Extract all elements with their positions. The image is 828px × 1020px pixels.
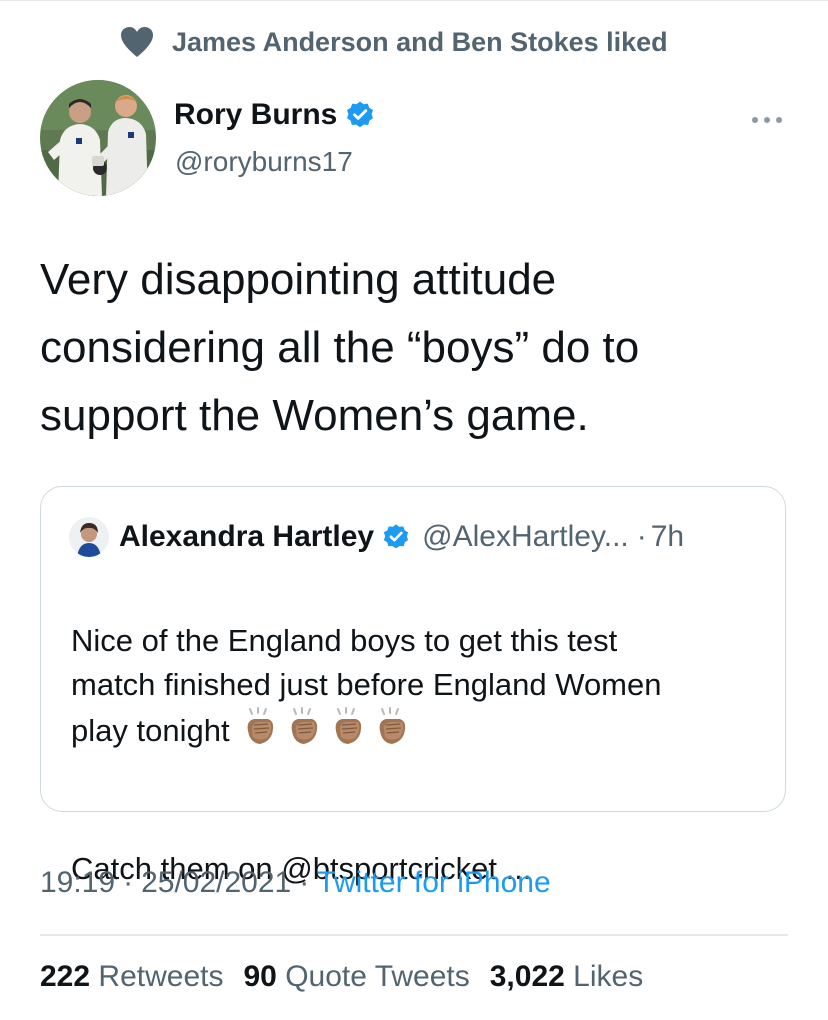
quoted-tweet-header: Alexandra Hartley @AlexHartley... · 7h (69, 517, 684, 557)
social-context: James Anderson and Ben Stokes liked (120, 26, 668, 58)
social-context-text: James Anderson and Ben Stokes liked (172, 26, 668, 57)
likes-label: Likes (573, 960, 644, 993)
quoted-tweet-card[interactable]: Alexandra Hartley @AlexHartley... · 7h N… (40, 486, 786, 886)
quoted-tweet-text: Nice of the England boys to get this tes… (71, 575, 771, 891)
tweet-time[interactable]: 19:19 (40, 866, 115, 900)
author-name-row[interactable]: Rory Burns (174, 98, 375, 132)
retweets-label: Retweets (98, 960, 224, 993)
tweet-date[interactable]: 25/02/2021 (141, 866, 291, 900)
likes-stat[interactable]: 3,022 Likes (490, 960, 643, 994)
quote-tweets-count: 90 (243, 960, 277, 993)
verified-badge-icon (345, 100, 375, 130)
likes-count: 3,022 (489, 960, 565, 993)
retweets-count: 222 (40, 960, 91, 993)
heart-icon (120, 26, 154, 58)
tweet-source-link[interactable]: Twitter for iPhone (317, 866, 550, 900)
more-options-icon[interactable] (752, 114, 788, 126)
quoted-author-avatar[interactable] (69, 517, 109, 557)
quote-tweets-label: Quote Tweets (285, 960, 470, 993)
quoted-timestamp[interactable]: 7h (651, 520, 684, 554)
author-handle[interactable]: @roryburns17 (175, 146, 353, 178)
top-divider (0, 0, 828, 1)
quoted-verified-badge-icon (382, 523, 422, 551)
quoted-author-name[interactable]: Alexandra Hartley (119, 520, 374, 554)
retweets-stat[interactable]: 222 Retweets (40, 960, 223, 994)
tweet-text: Very disappointing attitude considering … (40, 255, 640, 440)
author-name[interactable]: Rory Burns (174, 98, 337, 132)
meta-separator: · (123, 866, 134, 899)
tweet-meta: 19:19 · 25/02/2021 · Twitter for iPhone (40, 866, 551, 900)
clapping-hands-emoji-icon (240, 707, 416, 759)
meta-separator: · (299, 866, 310, 899)
quoted-author-handle[interactable]: @AlexHartley... (422, 520, 629, 554)
author-avatar[interactable] (40, 80, 156, 196)
quote-tweets-stat[interactable]: 90 Quote Tweets (243, 960, 469, 994)
divider (40, 934, 788, 936)
tweet-stats: 222 Retweets 90 Quote Tweets 3,022 Likes (40, 960, 643, 994)
quoted-separator: · (636, 520, 647, 553)
